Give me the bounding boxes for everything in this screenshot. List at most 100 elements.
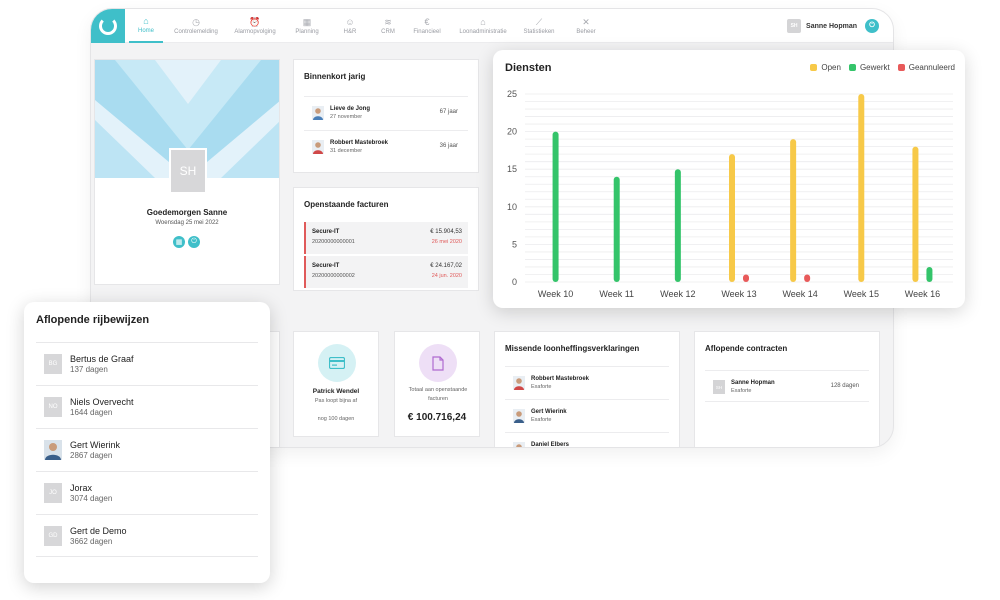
bar-geannuleerd-week-14 [804, 274, 811, 282]
nav-label: Controlemelding [174, 29, 218, 35]
x-tick-label: Week 14 [782, 289, 817, 299]
nav-tab-alarmopvolging[interactable]: ⏰ Alarmopvolging [226, 9, 284, 43]
license-row[interactable]: NO Niels Overvecht 1644 dagen [36, 385, 258, 428]
total-amount: € 100.716,24 [407, 412, 467, 423]
legend-swatch [810, 64, 818, 71]
missing-declaration-row[interactable]: Daniel Elbers [505, 432, 669, 447]
nav-label: Statistieken [523, 29, 555, 35]
nav-tab-crm[interactable]: ≋ CRM [373, 9, 403, 43]
nav-tab-h-r[interactable]: ☺ H&R [333, 9, 367, 43]
person-avatar-icon [513, 409, 525, 423]
license-avatar: GD [44, 526, 62, 546]
contract-org: Exaforte [731, 388, 752, 394]
x-tick-label: Week 11 [599, 289, 634, 299]
chart-legend: Open Gewerkt Geannuleerd [810, 63, 955, 72]
user-name: Sanne Hopman [806, 22, 857, 30]
y-tick-label: 20 [507, 127, 517, 137]
pass-holder-name: Patrick Wendel [312, 388, 360, 395]
top-navigation-bar: ⌂ Home ◷ Controlemelding ⏰ Alarmopvolging ▦ Pla… [91, 9, 893, 43]
birthday-row[interactable]: Lieve de Jong 27 november 67 jaar [304, 96, 468, 128]
legend-swatch [897, 64, 905, 71]
x-tick-label: Week 10 [538, 289, 573, 299]
pass-expiry-card[interactable]: Patrick Wendel Pas loopt bijna af nog 10… [293, 331, 379, 437]
app-logo[interactable] [91, 9, 125, 43]
y-tick-label: 10 [507, 202, 517, 212]
birthdays-card: Binnenkort jarig Lieve de Jong 27 novembe… [293, 59, 479, 173]
license-name: Niels Overvecht [70, 397, 134, 407]
contract-row[interactable]: SH Sanne Hopman Exaforte 128 dagen [705, 370, 869, 402]
tools-icon: ✕ [582, 17, 590, 27]
birthdays-title: Binnenkort jarig [304, 72, 366, 81]
birthday-name: Robbert Mastebroek [330, 140, 389, 146]
missing-declaration-row[interactable]: Gert Wierink Exaforte [505, 399, 669, 431]
bank-icon: ⌂ [480, 17, 486, 27]
birthday-row[interactable]: Robbert Mastebroek 31 december 36 jaar [304, 130, 468, 162]
license-name: Jorax [70, 483, 93, 493]
bar-open-week-14 [790, 139, 797, 282]
license-avatar: NO [44, 397, 62, 417]
nav-label: Loonadministratie [459, 29, 507, 35]
legend-label: Geannuleerd [908, 63, 955, 72]
nav-tab-statistieken[interactable]: ⟋ Statistieken [518, 9, 560, 43]
invoice-number: 20200000000001 [312, 239, 355, 245]
legend-swatch [848, 64, 856, 71]
invoice-row[interactable]: Secure-IT 20200000000001 € 15.904,53 26 mei… [304, 222, 468, 254]
license-row[interactable]: BG Bertus de Graaf 137 dagen [36, 342, 258, 385]
license-row[interactable]: Gert Wierink 2867 dagen [36, 428, 258, 471]
bar-open-week-15 [858, 94, 865, 282]
nav-label: Financieel [413, 29, 441, 35]
pass-status: Pas loopt bijna af [314, 398, 358, 404]
birthday-age: 67 jaar [439, 109, 458, 115]
user-menu[interactable]: SH Sanne Hopman ⏻ [787, 16, 879, 36]
nav-label: H&R [343, 29, 357, 35]
license-name: Gert de Demo [70, 526, 127, 536]
invoices-card: Openstaande facturen Secure-IT 2020000000… [293, 187, 479, 291]
contract-name: Sanne Hopman [731, 380, 775, 386]
bar-open-week-16 [912, 146, 919, 282]
invoices-title: Openstaande facturen [304, 200, 389, 209]
power-icon[interactable]: ⏻ [188, 236, 200, 248]
nav-tab-financieel[interactable]: € Financieel [407, 9, 447, 43]
expiring-contracts-card: Aflopende contracten SH Sanne Hopman Exa… [694, 331, 880, 447]
nav-label: Planning [295, 29, 319, 35]
open-invoices-total-card[interactable]: Totaal aan openstaande facturen € 100.71… [394, 331, 480, 437]
nav-tab-home[interactable]: ⌂ Home [129, 9, 163, 43]
y-tick-label: 5 [512, 239, 517, 249]
contract-avatar: SH [713, 380, 725, 394]
invoice-company: Secure-IT [312, 229, 340, 235]
chart-icon: ⟋ [535, 17, 543, 27]
license-row[interactable]: GD Gert de Demo 3662 dagen [36, 514, 258, 557]
grid-icon[interactable]: ▦ [173, 236, 185, 248]
bar-gewerkt-week-10 [552, 131, 559, 282]
legend-item-open[interactable]: Open [810, 63, 841, 72]
power-icon[interactable]: ⏻ [865, 19, 879, 33]
y-tick-label: 0 [512, 277, 517, 287]
person-avatar-icon [312, 106, 324, 120]
total-description: Totaal aan openstaande facturen [408, 387, 468, 402]
nav-tab-controlemelding[interactable]: ◷ Controlemelding [169, 9, 223, 43]
nav-tab-beheer[interactable]: ✕ Beheer [566, 9, 606, 43]
license-name: Bertus de Graaf [70, 354, 134, 364]
missing-name: Gert Wierink [531, 409, 567, 415]
missing-declaration-row[interactable]: Robbert Mastebroek Exaforte [505, 366, 669, 398]
invoice-row[interactable]: Secure-IT 20200000000002 € 24.167,02 24 jun… [304, 256, 468, 288]
legend-item-geannuleerd[interactable]: Geannuleerd [897, 63, 955, 72]
shifts-bar-chart: 0 5 10 15 20 25 Week 10 Week 11 Week 12 Week 13 We… [507, 89, 953, 299]
nav-tab-loonadministratie[interactable]: ⌂ Loonadministratie [452, 9, 514, 43]
legend-item-gewerkt[interactable]: Gewerkt [848, 63, 890, 72]
euro-icon: € [424, 17, 430, 27]
nav-label: Home [137, 28, 154, 34]
welcome-card: SH Goedemorgen Sanne Woensdag 25 mei 202… [94, 59, 280, 285]
missing-title: Missende loonheffingsverklaringen [505, 344, 640, 353]
license-days: 3074 dagen [70, 494, 113, 503]
x-tick-label: Week 16 [905, 289, 940, 299]
clock-icon: ◷ [192, 17, 200, 27]
user-avatar: SH [787, 19, 802, 33]
legend-label: Gewerkt [859, 63, 890, 72]
home-icon: ⌂ [143, 16, 149, 26]
license-row[interactable]: JO Jorax 3074 dagen [36, 471, 258, 514]
nav-tab-planning[interactable]: ▦ Planning [287, 9, 327, 43]
missing-declarations-card: Missende loonheffingsverklaringen Robber… [494, 331, 680, 447]
license-days: 137 dagen [70, 365, 108, 374]
chart-title: Diensten [505, 62, 552, 74]
